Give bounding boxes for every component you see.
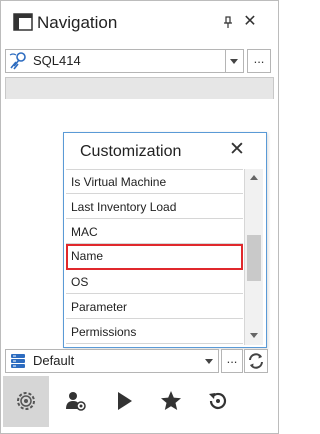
customization-title: Customization [80, 143, 182, 160]
list-item-parameter[interactable]: Parameter [66, 295, 243, 319]
layout-select[interactable]: Default [5, 349, 202, 373]
list-item-os[interactable]: OS [66, 270, 243, 294]
server-connection-icon [9, 52, 26, 70]
user-settings-button[interactable] [53, 376, 99, 427]
panel-title: Navigation [37, 13, 118, 32]
list-item-mac[interactable]: MAC [66, 220, 243, 244]
close-icon[interactable]: ✕ [228, 139, 246, 161]
user-settings-icon [66, 392, 86, 411]
history-button[interactable] [195, 376, 241, 427]
close-icon[interactable]: ✕ [242, 12, 258, 32]
customization-list: Is Virtual Machine Last Inventory Load M… [66, 169, 243, 346]
list-item-permissions[interactable]: Permissions [66, 320, 243, 344]
run-button[interactable] [101, 376, 147, 427]
layout-dropdown-button[interactable] [201, 349, 219, 373]
scrollbar-thumb[interactable] [247, 235, 261, 281]
title-bar: Navigation ✕ [1, 1, 278, 45]
history-icon [209, 392, 227, 410]
list-scrollbar[interactable] [244, 169, 263, 345]
scroll-up-icon[interactable] [245, 171, 263, 185]
settings-gear-icon [17, 392, 35, 410]
layout-name: Default [33, 353, 75, 368]
server-dropdown-button[interactable] [226, 49, 244, 73]
bottom-toolbar [3, 376, 276, 427]
list-item-is-virtual-machine[interactable]: Is Virtual Machine [66, 170, 243, 194]
pin-icon[interactable] [221, 13, 235, 31]
server-more-button[interactable]: ... [247, 49, 271, 73]
scroll-down-icon[interactable] [245, 329, 263, 343]
settings-button[interactable] [3, 376, 49, 427]
play-icon [118, 392, 132, 410]
database-icon [11, 354, 25, 368]
star-icon [161, 391, 181, 410]
refresh-icon [249, 353, 263, 369]
refresh-button[interactable] [244, 349, 268, 373]
window-icon [13, 13, 33, 31]
favorites-button[interactable] [148, 376, 194, 427]
list-item-last-inventory-load[interactable]: Last Inventory Load [66, 195, 243, 219]
grid-header [5, 77, 274, 100]
customization-popup: Customization ✕ Is Virtual Machine Last … [63, 132, 267, 348]
server-select[interactable]: SQL414 [5, 49, 226, 73]
navigation-panel: Navigation ✕ SQL414 ... Customization ✕ … [0, 0, 279, 434]
layout-more-button[interactable]: ... [221, 349, 243, 373]
list-item-name-selected[interactable]: Name [66, 244, 243, 270]
server-name: SQL414 [33, 53, 81, 68]
